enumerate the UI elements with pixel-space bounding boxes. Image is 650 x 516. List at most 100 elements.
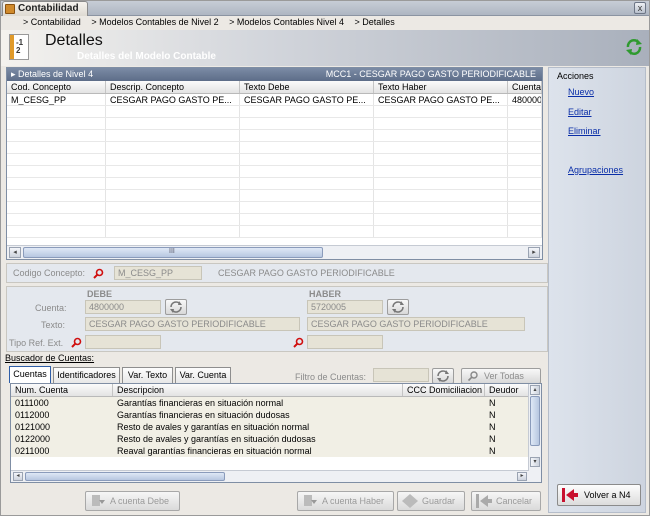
search-icon[interactable] bbox=[71, 337, 82, 348]
grid-title[interactable]: ▸ Detalles de Nivel 4 bbox=[11, 69, 93, 80]
document-icon: -1 2 bbox=[9, 34, 29, 60]
scroll-down-icon[interactable]: ▾ bbox=[530, 457, 540, 467]
nuevo-link[interactable]: Nuevo bbox=[568, 87, 594, 97]
ver-todas-button[interactable]: Ver Todas bbox=[461, 368, 541, 384]
eliminar-link[interactable]: Eliminar bbox=[568, 126, 601, 136]
list-vertical-scrollbar[interactable]: ▴ ▾ bbox=[528, 384, 541, 482]
filtro-refresh-button[interactable] bbox=[432, 368, 454, 384]
breadcrumb-modelos-nivel-2[interactable]: > Modelos Contables de Nivel 2 bbox=[91, 17, 218, 27]
haber-tipo-ref-field[interactable] bbox=[307, 335, 383, 349]
buscador-title: Buscador de Cuentas: bbox=[5, 353, 95, 363]
list-horizontal-scrollbar[interactable]: ◂ ▸ bbox=[11, 470, 529, 482]
grid-caption: MCC1 - CESGAR PAGO GASTO PERIODIFICABLE bbox=[325, 69, 536, 79]
breadcrumb-contabilidad[interactable]: > Contabilidad bbox=[23, 17, 81, 27]
breadcrumb: > Contabilidad > Modelos Contables de Ni… bbox=[23, 17, 403, 29]
col-descripcion[interactable]: Descripcion bbox=[113, 384, 403, 396]
haber-texto-field[interactable]: CESGAR PAGO GASTO PERIODIFICABLE bbox=[307, 317, 525, 331]
assign-icon bbox=[92, 495, 105, 506]
back-arrow-icon bbox=[562, 488, 578, 502]
page-title: Detalles bbox=[45, 32, 103, 49]
scroll-thumb[interactable]: III bbox=[23, 247, 323, 258]
cancel-icon bbox=[476, 494, 492, 508]
col-deudor[interactable]: Deudor bbox=[485, 384, 529, 396]
scroll-right-icon[interactable]: ▸ bbox=[517, 472, 527, 481]
debe-header: DEBE bbox=[87, 289, 113, 299]
col-ccc-domiciliacion[interactable]: CCC Domiciliacion bbox=[403, 384, 485, 396]
page-subtitle: Detalles del Modelo Contable bbox=[77, 51, 216, 62]
scroll-thumb[interactable] bbox=[25, 472, 225, 481]
list-item[interactable]: 0111000 Garantías financieras en situaci… bbox=[11, 397, 541, 409]
tab-identificadores[interactable]: Identificadores bbox=[53, 367, 120, 383]
search-icon[interactable] bbox=[93, 268, 104, 279]
grid-header: ▸ Detalles de Nivel 4 MCC1 - CESGAR PAGO… bbox=[7, 68, 542, 81]
a-cuenta-debe-button[interactable]: A cuenta Debe bbox=[85, 491, 180, 511]
table-row[interactable]: M_CESG_PP CESGAR PAGO GASTO PE... CESGAR… bbox=[7, 94, 542, 106]
grid-columns: Cod. Concepto Descrip. Concepto Texto De… bbox=[7, 81, 542, 94]
debe-cuenta-field[interactable]: 4800000 bbox=[85, 300, 161, 314]
accounts-list-columns: Num. Cuenta Descripcion CCC Domiciliacio… bbox=[11, 384, 541, 397]
guardar-button[interactable]: Guardar bbox=[397, 491, 465, 511]
close-icon[interactable]: x bbox=[634, 2, 646, 14]
tab-var-cuenta[interactable]: Var. Cuenta bbox=[175, 367, 231, 383]
tab-var-texto[interactable]: Var. Texto bbox=[122, 367, 173, 383]
refresh-icon bbox=[170, 301, 182, 313]
assign-icon bbox=[304, 495, 317, 506]
list-item[interactable]: 0211000 Reaval garantías financieras en … bbox=[11, 445, 541, 457]
tipo-ref-label: Tipo Ref. Ext. bbox=[9, 338, 64, 348]
col-texto-debe[interactable]: Texto Debe bbox=[240, 81, 374, 93]
cuenta-label: Cuenta: bbox=[35, 303, 67, 313]
window-tab-bar: Contabilidad x bbox=[1, 1, 649, 16]
accounts-list: Num. Cuenta Descripcion CCC Domiciliacio… bbox=[10, 383, 542, 483]
refresh-icon[interactable] bbox=[625, 38, 643, 56]
actions-title: Acciones bbox=[557, 71, 594, 81]
list-item[interactable]: 0122000 Resto de avales y garantías en s… bbox=[11, 433, 541, 445]
list-item[interactable]: 0121000 Resto de avales y garantías en s… bbox=[11, 421, 541, 433]
codigo-concepto-field[interactable]: M_CESG_PP bbox=[114, 266, 202, 280]
texto-label: Texto: bbox=[41, 320, 66, 330]
col-num-cuenta[interactable]: Num. Cuenta bbox=[11, 384, 113, 396]
tab-cuentas[interactable]: Cuentas bbox=[9, 366, 51, 383]
actions-panel: Acciones Nuevo Editar Eliminar Agrupacio… bbox=[548, 67, 646, 513]
scroll-left-icon[interactable]: ◂ bbox=[13, 472, 23, 481]
editar-link[interactable]: Editar bbox=[568, 107, 592, 117]
save-icon bbox=[402, 494, 418, 508]
debe-tipo-ref-field[interactable] bbox=[85, 335, 161, 349]
haber-cuenta-field[interactable]: 5720005 bbox=[307, 300, 383, 314]
accounts-section: DEBE HABER Cuenta: 4800000 5720005 Texto… bbox=[6, 286, 548, 352]
app-tab-label: Contabilidad bbox=[18, 3, 79, 14]
app-icon bbox=[5, 4, 15, 14]
buscador-cuentas: Buscador de Cuentas: Cuentas Identificad… bbox=[5, 353, 548, 487]
refresh-icon bbox=[437, 370, 449, 382]
search-icon[interactable] bbox=[293, 337, 304, 348]
filtro-label: Filtro de Cuentas: bbox=[295, 372, 367, 382]
scroll-right-icon[interactable]: ▸ bbox=[528, 247, 540, 258]
codigo-concepto-label: Codigo Concepto: bbox=[13, 268, 86, 278]
filtro-input[interactable] bbox=[373, 368, 429, 382]
details-grid: ▸ Detalles de Nivel 4 MCC1 - CESGAR PAGO… bbox=[6, 67, 543, 260]
debe-refresh-button[interactable] bbox=[165, 299, 187, 315]
main-window: Contabilidad x > Contabilidad > Modelos … bbox=[0, 0, 650, 516]
col-texto-haber[interactable]: Texto Haber bbox=[374, 81, 508, 93]
haber-refresh-button[interactable] bbox=[387, 299, 409, 315]
col-cod-concepto[interactable]: Cod. Concepto bbox=[7, 81, 106, 93]
col-descrip-concepto[interactable]: Descrip. Concepto bbox=[106, 81, 240, 93]
cancelar-button[interactable]: Cancelar bbox=[471, 491, 541, 511]
app-tab[interactable]: Contabilidad bbox=[2, 1, 88, 16]
debe-texto-field[interactable]: CESGAR PAGO GASTO PERIODIFICABLE bbox=[85, 317, 300, 331]
volver-n4-button[interactable]: Volver a N4 bbox=[557, 484, 641, 506]
scroll-up-icon[interactable]: ▴ bbox=[530, 385, 540, 395]
scroll-thumb[interactable] bbox=[530, 396, 540, 446]
page-header: -1 2 Detalles Detalles del Modelo Contabl… bbox=[1, 30, 649, 66]
grid-horizontal-scrollbar[interactable]: ◂ III ▸ bbox=[7, 245, 542, 259]
breadcrumb-modelos-nivel-4[interactable]: > Modelos Contables Nivel 4 bbox=[229, 17, 344, 27]
haber-header: HABER bbox=[309, 289, 342, 299]
col-cuenta[interactable]: Cuenta bbox=[508, 81, 542, 93]
refresh-icon bbox=[392, 301, 404, 313]
scroll-left-icon[interactable]: ◂ bbox=[9, 247, 21, 258]
breadcrumb-detalles: > Detalles bbox=[354, 17, 395, 27]
list-item[interactable]: 0112000 Garantías financieras en situaci… bbox=[11, 409, 541, 421]
grid-rows: M_CESG_PP CESGAR PAGO GASTO PE... CESGAR… bbox=[7, 94, 542, 244]
agrupaciones-link[interactable]: Agrupaciones bbox=[568, 165, 623, 175]
a-cuenta-haber-button[interactable]: A cuenta Haber bbox=[297, 491, 394, 511]
search-icon bbox=[467, 371, 478, 382]
